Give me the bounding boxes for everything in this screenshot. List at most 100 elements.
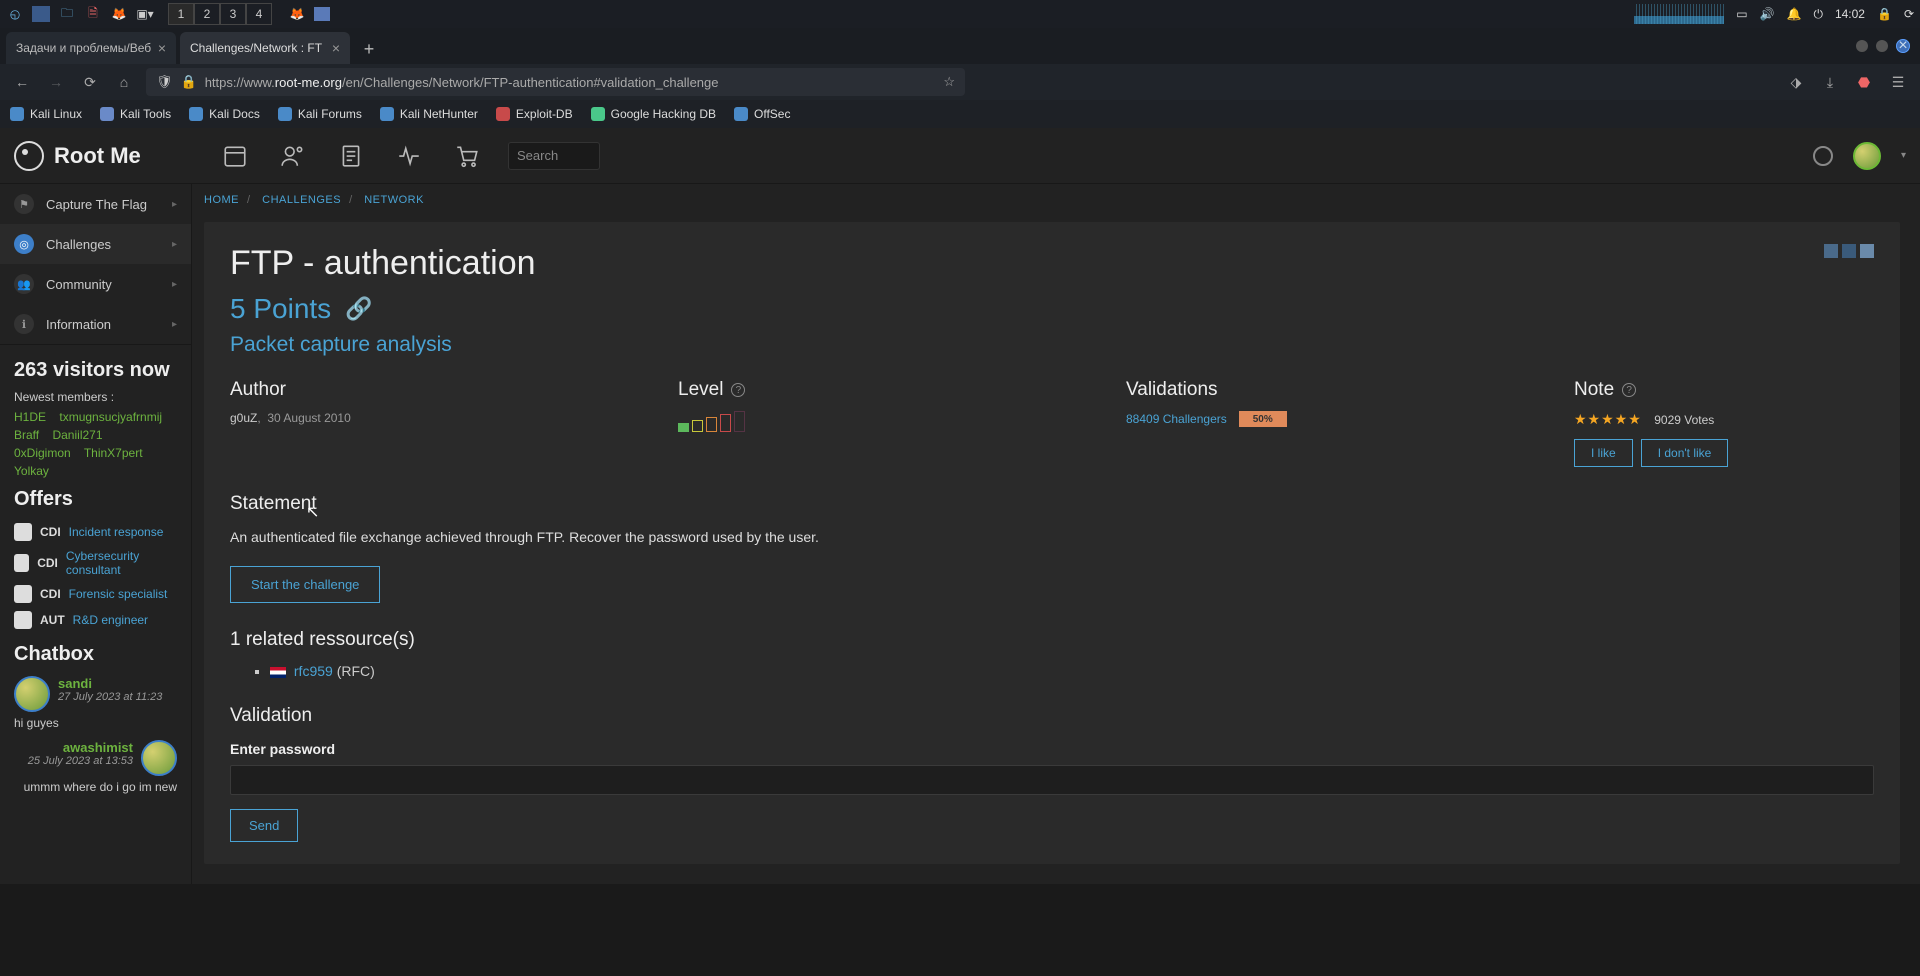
new-tab-button[interactable]: + [354, 34, 384, 64]
firefox-running-icon[interactable]: 🦊 [288, 5, 306, 23]
member-link[interactable]: ThinX7pert [84, 446, 143, 460]
member-link[interactable]: H1DE [14, 410, 46, 424]
send-button[interactable]: Send [230, 809, 298, 842]
member-link[interactable]: Yolkay [14, 464, 49, 478]
nav-cart-icon[interactable] [452, 141, 482, 171]
window-close-icon[interactable]: × [1896, 39, 1910, 53]
network-icon: 🔗 [345, 296, 372, 322]
firefox-icon[interactable]: 🦊 [110, 5, 128, 23]
bookmark-item[interactable]: Kali Forums [278, 107, 362, 121]
pocket-icon[interactable]: ⬗ [1784, 70, 1808, 94]
terminal-icon[interactable]: ▣▾ [136, 5, 154, 23]
visitors-heading: 263 visitors now [14, 359, 177, 382]
challengers-link[interactable]: 88409 Challengers [1126, 412, 1227, 426]
reload-button[interactable]: ⟳ [78, 70, 102, 94]
site-logo[interactable]: Root Me [14, 141, 200, 171]
close-icon[interactable]: × [158, 40, 166, 56]
share-twitter-icon[interactable] [1860, 244, 1874, 258]
share-linkedin-icon[interactable] [1842, 244, 1856, 258]
forward-button[interactable]: → [44, 70, 68, 94]
offer-item[interactable]: CDI Incident response [14, 519, 177, 545]
bookmark-star-icon[interactable]: ☆ [943, 74, 955, 90]
offer-item[interactable]: AUT R&D engineer [14, 607, 177, 633]
help-icon[interactable]: ? [731, 383, 745, 397]
tray-notifications-icon[interactable]: 🔔 [1787, 7, 1802, 21]
search-input[interactable]: Search [508, 142, 600, 170]
member-link[interactable]: Daniil271 [52, 428, 102, 442]
start-challenge-button[interactable]: Start the challenge [230, 566, 380, 603]
member-link[interactable]: 0xDigimon [14, 446, 71, 460]
text-editor-icon[interactable]: 🗎 [84, 5, 102, 23]
breadcrumb-link[interactable]: CHALLENGES [262, 194, 341, 206]
statement-text: An authenticated file exchange achieved … [230, 527, 1874, 548]
tab-title: Задачи и проблемы/Веб [16, 41, 151, 55]
taskbar-app-icon[interactable] [32, 6, 50, 22]
kali-menu-icon[interactable]: ◵ [6, 5, 24, 23]
language-icon[interactable] [1813, 146, 1833, 166]
cpu-graph-icon [1634, 4, 1724, 24]
like-button[interactable]: I like [1574, 439, 1633, 467]
sidebar-item-ctf[interactable]: ⚑ Capture The Flag ▸ [0, 184, 191, 224]
tray-clock[interactable]: 14:02 [1835, 7, 1865, 21]
window-maximize-icon[interactable] [1876, 40, 1888, 52]
chat-message: awashimist 25 July 2023 at 13:53 ummm wh… [14, 740, 177, 794]
member-link[interactable]: txmugnsucjyafrnmij [59, 410, 162, 424]
tab-title: Challenges/Network : FT [190, 41, 322, 55]
tray-lock-icon[interactable]: 🔒 [1877, 7, 1892, 21]
bookmark-item[interactable]: Kali Docs [189, 107, 260, 121]
bookmark-item[interactable]: Kali Tools [100, 107, 171, 121]
workspace-3[interactable]: 3 [220, 3, 246, 25]
logo-text: Root Me [54, 143, 141, 169]
app-menu-icon[interactable]: ☰ [1886, 70, 1910, 94]
workspace-2[interactable]: 2 [194, 3, 220, 25]
home-button[interactable]: ⌂ [112, 70, 136, 94]
downloads-icon[interactable]: ⤓ [1818, 70, 1842, 94]
url-bar[interactable]: 🛡 🔒 https://www.root-me.org/en/Challenge… [146, 68, 965, 96]
sidebar-item-community[interactable]: 👥 Community ▸ [0, 264, 191, 304]
chat-avatar[interactable] [141, 740, 177, 776]
offer-item[interactable]: CDI Cybersecurity consultant [14, 545, 177, 581]
tray-display-icon[interactable]: ▭ [1736, 7, 1747, 21]
bookmark-item[interactable]: Exploit-DB [496, 107, 573, 121]
bookmark-item[interactable]: Kali Linux [10, 107, 82, 121]
password-input[interactable] [230, 765, 1874, 795]
share-facebook-icon[interactable] [1824, 244, 1838, 258]
lock-icon[interactable]: 🔒 [181, 74, 197, 90]
dislike-button[interactable]: I don't like [1641, 439, 1729, 467]
file-manager-icon[interactable]: 🗀 [58, 5, 76, 23]
workspace-4[interactable]: 4 [246, 3, 272, 25]
tray-shutdown-icon[interactable]: ⟳ [1904, 7, 1914, 21]
bookmark-item[interactable]: Kali NetHunter [380, 107, 478, 121]
nav-activity-icon[interactable] [394, 141, 424, 171]
sidebar-item-challenges[interactable]: ◎ Challenges ▸ [0, 224, 191, 264]
back-button[interactable]: ← [10, 70, 34, 94]
browser-tab[interactable]: Задачи и проблемы/Веб × [6, 32, 176, 64]
tray-volume-icon[interactable]: 🔊 [1760, 7, 1775, 21]
breadcrumb-link[interactable]: HOME [204, 194, 239, 206]
workspace-switcher[interactable]: 1 2 3 4 [168, 3, 272, 25]
resource-link[interactable]: rfc959 [294, 663, 333, 679]
bookmark-item[interactable]: Google Hacking DB [591, 107, 716, 121]
offer-item[interactable]: CDI Forensic specialist [14, 581, 177, 607]
user-avatar[interactable] [1853, 142, 1881, 170]
nav-docs-icon[interactable] [336, 141, 366, 171]
app-running-icon[interactable] [314, 7, 330, 21]
close-icon[interactable]: × [332, 40, 340, 56]
author-name[interactable]: g0uZ [230, 411, 257, 425]
help-icon[interactable]: ? [1622, 383, 1636, 397]
breadcrumb-link[interactable]: NETWORK [364, 194, 424, 206]
member-link[interactable]: Braff [14, 428, 39, 442]
extension-icon[interactable]: ⬣ [1852, 70, 1876, 94]
browser-tab-active[interactable]: Challenges/Network : FT × [180, 32, 350, 64]
shield-icon[interactable]: 🛡 [156, 74, 173, 90]
nav-users-icon[interactable] [278, 141, 308, 171]
chat-avatar[interactable] [14, 676, 50, 712]
nav-calendar-icon[interactable] [220, 141, 250, 171]
newest-members-label: Newest members : [14, 390, 177, 404]
bookmark-item[interactable]: OffSec [734, 107, 790, 121]
tray-power-icon[interactable]: ⏻ [1813, 7, 1823, 22]
window-minimize-icon[interactable] [1856, 40, 1868, 52]
workspace-1[interactable]: 1 [168, 3, 194, 25]
user-menu-chevron-icon[interactable]: ▾ [1901, 150, 1906, 161]
sidebar-item-information[interactable]: ℹ Information ▸ [0, 304, 191, 344]
